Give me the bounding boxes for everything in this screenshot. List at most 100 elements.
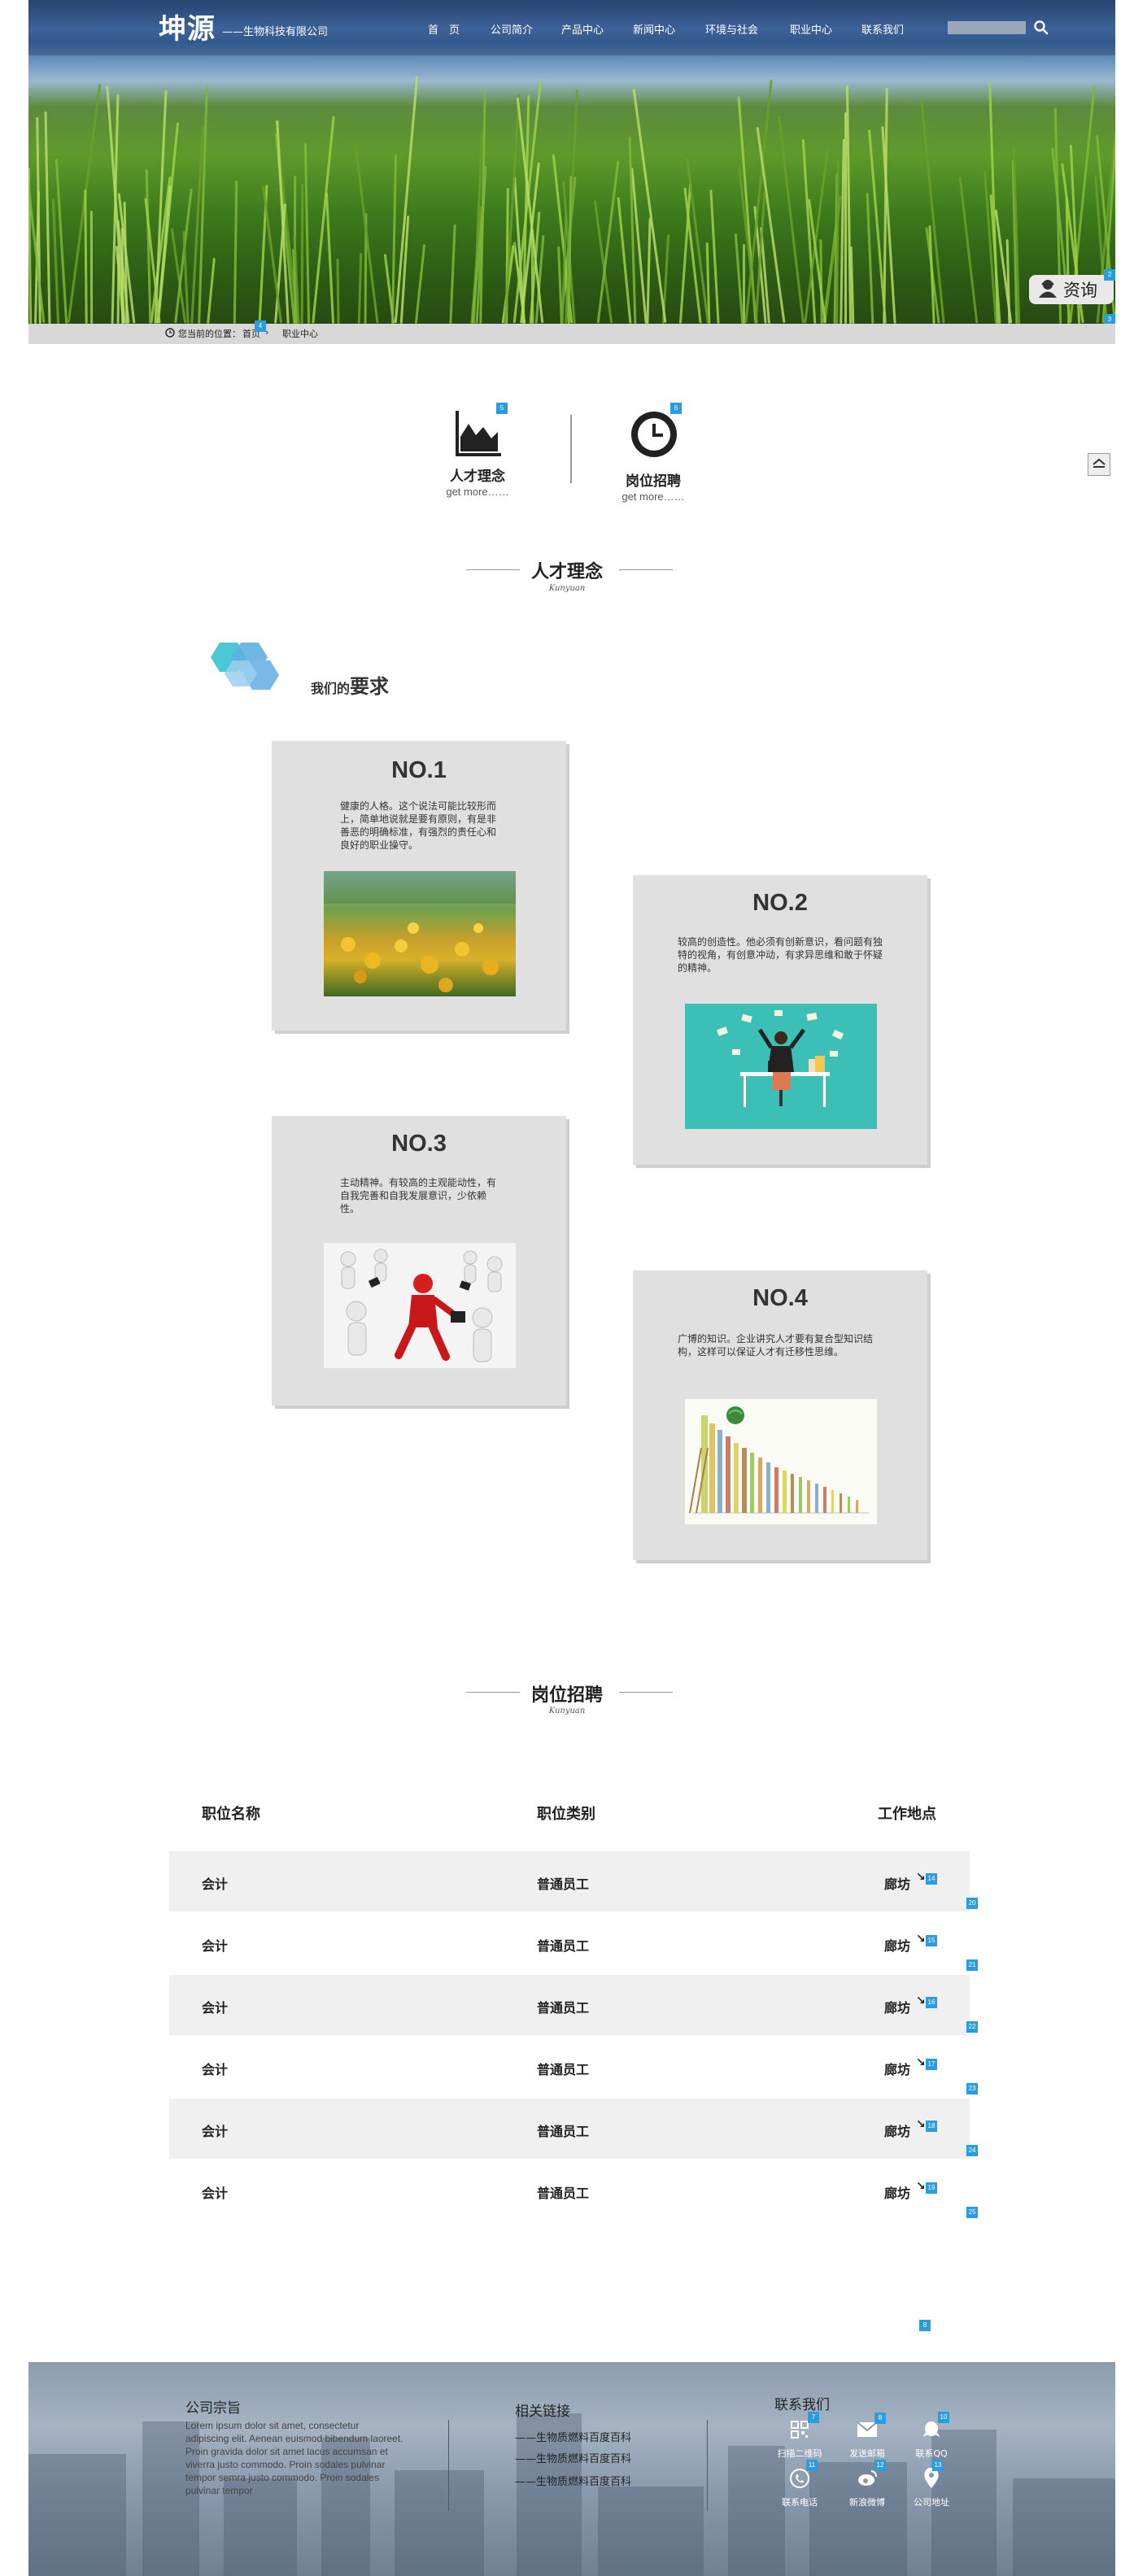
grass-blade	[632, 89, 667, 323]
arrow-icon[interactable]: ↘	[916, 2118, 926, 2131]
clock-icon	[165, 327, 175, 338]
card-number: NO.1	[391, 757, 447, 783]
search-icon[interactable]	[1033, 20, 1049, 36]
badge: 19	[926, 2182, 937, 2194]
grass-blade	[617, 197, 632, 324]
page: 坤源 ——生物科技有限公司 首 页 公司简介 产品中心 新闻中心 环境与社会 职…	[0, 0, 1134, 2576]
back-to-top-button[interactable]	[1088, 453, 1110, 476]
arrow-icon[interactable]: ↘	[916, 2056, 926, 2069]
nav-products[interactable]: 产品中心	[561, 21, 604, 37]
tab-talent-concept[interactable]: 5 人才理念 get more……	[443, 403, 512, 508]
nav-home[interactable]: 首 页	[428, 21, 460, 37]
footer-divider	[448, 2420, 449, 2511]
column-header-type: 职位类别	[537, 1806, 595, 1823]
footer-link[interactable]: ——生物质燃料百度百科	[515, 2450, 631, 2465]
grass-blade	[778, 116, 805, 324]
arrow-icon[interactable]: ↘	[916, 1871, 926, 1884]
consult-button[interactable]: 资询	[1029, 275, 1114, 304]
footer-contact-title: 联系我们	[774, 2397, 830, 2413]
job-location: 廊坊	[884, 1876, 911, 1892]
badge: 7	[808, 2412, 819, 2423]
grass-blade	[357, 252, 363, 324]
badge: 12	[874, 2460, 886, 2471]
card-image-red-figure	[324, 1243, 516, 1368]
section-title-jobs: 岗位招聘	[530, 1685, 603, 1706]
consult-label: 资询	[1063, 281, 1097, 300]
nav-about[interactable]: 公司简介	[491, 21, 533, 37]
hexagon-icon	[202, 641, 301, 704]
job-location: 廊坊	[884, 2186, 911, 2201]
contact-label: 扫描二维码	[777, 2448, 822, 2459]
arrow-icon[interactable]: ↘	[916, 2180, 926, 2193]
nav-news[interactable]: 新闻中心	[633, 21, 675, 37]
grass-blade	[207, 258, 216, 324]
grass-blade	[325, 193, 335, 324]
contact-label: 发送邮箱	[849, 2448, 885, 2459]
badge: 8	[874, 2413, 886, 2424]
card-image-flowers	[324, 871, 516, 996]
badge: 22	[966, 2021, 978, 2033]
job-name: 会计	[202, 2000, 229, 2016]
grass-blade	[646, 217, 652, 324]
table-row[interactable]: 会计 普通员工 廊坊 ↘ 17	[169, 2037, 970, 2097]
arrow-icon[interactable]: ↘	[916, 1933, 926, 1946]
job-type: 普通员工	[537, 1876, 590, 1892]
badge: 25	[966, 2207, 978, 2218]
badge: 20	[966, 1898, 978, 1909]
tab-job-openings-title: 岗位招聘	[626, 473, 681, 490]
breadcrumb-prefix: 您当前的位置：	[178, 329, 241, 339]
nav-careers[interactable]: 职业中心	[790, 21, 832, 37]
job-type: 普通员工	[537, 2124, 590, 2139]
requirements-title: 要求	[350, 675, 390, 698]
badge: 2	[1104, 269, 1115, 281]
grass-blade	[89, 210, 94, 324]
tab-job-openings[interactable]: 6 岗位招聘 get more……	[618, 403, 688, 508]
table-row[interactable]: 会计 普通员工 廊坊 ↘ 19	[169, 2160, 970, 2221]
footer-link[interactable]: ——生物质燃料百度百科	[515, 2473, 631, 2488]
job-type: 普通员工	[537, 1938, 590, 1954]
section-subtitle-talent: Kunyuan	[548, 584, 586, 593]
job-location: 廊坊	[884, 2124, 911, 2139]
grass-blade	[414, 244, 426, 324]
nav-environment[interactable]: 环境与社会	[705, 21, 758, 37]
arrow-icon[interactable]: ↘	[916, 1994, 926, 2007]
grass-blade	[336, 258, 340, 324]
card-text: 健康的人格。这个说法可能比较形而上，简单地说就是要有原则，有是非善恶的明确标准，…	[340, 800, 497, 851]
grass-blade	[958, 177, 979, 324]
contact-label: 联系电话	[782, 2497, 818, 2508]
tab-job-openings-more[interactable]: get more……	[610, 490, 696, 503]
footer-link[interactable]: ——生物质燃料百度百科	[515, 2429, 631, 2444]
grass-blade	[303, 142, 311, 324]
table-row[interactable]: 会计 普通员工 廊坊 ↘ 16	[169, 1975, 970, 2035]
requirements-prefix: 我们的	[311, 681, 351, 696]
badge: 6	[670, 403, 682, 414]
badge: 24	[966, 2145, 978, 2156]
grass-blade	[300, 183, 304, 324]
badge: 23	[966, 2083, 978, 2094]
job-name: 会计	[202, 2124, 229, 2139]
grass-blade	[743, 244, 745, 324]
company-name: ——生物科技有限公司	[222, 26, 329, 38]
card-number: NO.2	[752, 890, 808, 916]
table-row[interactable]: 会计 普通员工 廊坊 ↘ 18	[169, 2099, 970, 2159]
job-name: 会计	[202, 2186, 229, 2201]
contact-label: 联系QQ	[915, 2448, 948, 2459]
badge: 16	[926, 1997, 937, 2008]
site-logo[interactable]: 坤源	[159, 7, 216, 46]
job-name: 会计	[202, 1876, 229, 1892]
table-row[interactable]: 会计 普通员工 廊坊 ↘ 15	[169, 1913, 970, 1973]
card-text: 主动精神。有较高的主观能动性，有自我完善和自我发展意识，少依赖性。	[340, 1177, 497, 1214]
tab-talent-concept-more[interactable]: get more……	[434, 486, 521, 498]
badge: 13	[932, 2460, 944, 2471]
search-input[interactable]	[948, 21, 1026, 34]
nav-contact[interactable]: 联系我们	[861, 21, 904, 37]
job-type: 普通员工	[537, 2186, 590, 2201]
table-row[interactable]: 会计 普通员工 廊坊 ↘ 14	[169, 1851, 970, 1911]
job-location: 廊坊	[884, 2062, 911, 2077]
requirements-heading: 我们的要求	[311, 670, 389, 699]
requirement-card-4: NO.4 广博的知识。企业讲究人才要有复合型知识结构，这样可以保证人才有迁移性思…	[633, 1271, 927, 1560]
mountain-chart-icon	[454, 408, 504, 462]
badge: 17	[926, 2059, 937, 2070]
requirement-card-2: NO.2 较高的创造性。他必须有创新意识，看问题有独特的视角，有创意冲动，有求异…	[633, 875, 927, 1165]
card-text: 广博的知识。企业讲究人才要有复合型知识结构，这样可以保证人才有迁移性思维。	[678, 1333, 874, 1358]
